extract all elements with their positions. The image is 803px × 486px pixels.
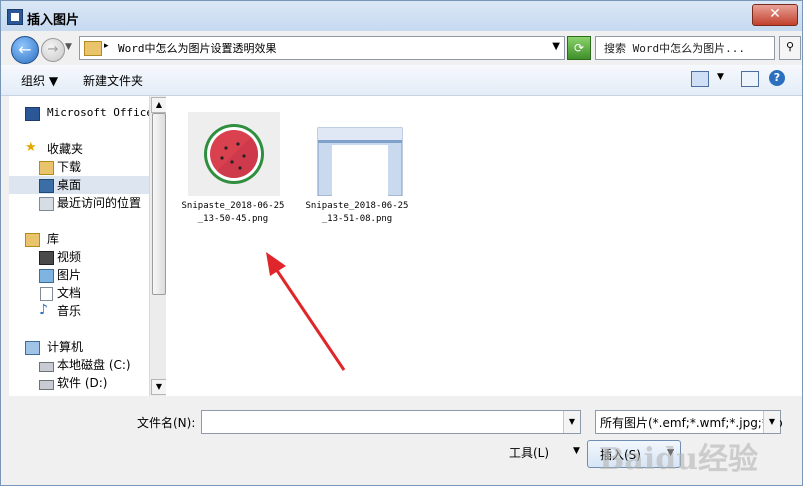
watermelon-thumbnail <box>188 112 280 196</box>
sidebar-item-label: 下载 <box>57 160 82 174</box>
scroll-down-icon[interactable]: ▼ <box>151 379 167 395</box>
view-dropdown-icon[interactable]: ▼ <box>717 72 724 82</box>
download-folder-icon <box>39 161 54 175</box>
sidebar-item-label: 视频 <box>57 250 82 264</box>
watermelon-image <box>204 124 264 184</box>
filename-label: 文件名(N): <box>137 416 196 430</box>
back-button[interactable]: ← <box>11 36 39 64</box>
pictures-icon <box>39 269 54 283</box>
history-dropdown-icon[interactable]: ▼ <box>65 42 72 52</box>
address-path[interactable]: Word中怎么为图片设置透明效果 <box>118 40 277 56</box>
sidebar-item-favorites[interactable]: ★ 收藏夹 <box>9 140 149 158</box>
address-dropdown-icon[interactable]: ▼ <box>552 41 560 52</box>
word-icon <box>25 107 40 121</box>
tools-button[interactable]: 工具(L) <box>509 444 549 461</box>
sidebar-item-label: 桌面 <box>57 178 82 192</box>
dialog-footer: 文件名(N): ▼ 所有图片(*.emf;*.wmf;*.jpg;*.jp ▼ … <box>1 396 802 485</box>
forward-button[interactable]: → <box>41 38 65 62</box>
window-title: 插入图片 <box>27 13 80 28</box>
sidebar-item-label: Microsoft Office <box>47 106 150 119</box>
search-icon[interactable]: ⚲ <box>779 36 801 60</box>
file-type-dropdown-icon[interactable]: ▼ <box>763 411 780 433</box>
sidebar-item-music[interactable]: ♪ 音乐 <box>9 302 149 320</box>
video-icon <box>39 251 54 265</box>
sidebar-item-microsoft-office[interactable]: Microsoft Office <box>9 104 149 122</box>
folder-icon <box>84 41 102 56</box>
sidebar-scrollbar[interactable]: ▲ ▼ <box>149 96 167 396</box>
sidebar-item-label: 软件 (D:) <box>57 376 108 390</box>
organize-button[interactable]: 组织 ▼ <box>21 72 58 89</box>
sidebar-item-label: 库 <box>47 232 60 246</box>
library-icon <box>25 233 40 247</box>
filename-dropdown-icon[interactable]: ▼ <box>563 411 580 433</box>
sidebar-item-label: 收藏夹 <box>47 142 84 156</box>
organize-label: 组织 <box>21 74 46 88</box>
navigation-pane: Microsoft Office ★ 收藏夹 下载 桌面 最近访问的位置 库 视… <box>9 96 150 396</box>
file-name: Snipaste_2018-06-25_13-50-45.png <box>181 201 285 224</box>
help-icon[interactable]: ? <box>769 70 785 86</box>
sidebar-item-label: 音乐 <box>57 304 82 318</box>
word-screenshot-thumbnail <box>312 112 404 197</box>
drive-icon <box>39 362 54 372</box>
scroll-thumb[interactable] <box>152 113 166 295</box>
sidebar-item-videos[interactable]: 视频 <box>9 248 149 266</box>
sidebar-item-software-d[interactable]: 软件 (D:) <box>9 374 149 392</box>
refresh-button[interactable]: ⟳ <box>567 36 591 60</box>
search-input[interactable]: 搜索 Word中怎么为图片... <box>595 36 775 60</box>
sidebar-item-label: 最近访问的位置 <box>57 196 142 210</box>
scroll-up-icon[interactable]: ▲ <box>151 97 167 113</box>
sidebar-item-local-disk-c[interactable]: 本地磁盘 (C:) <box>9 356 149 374</box>
breadcrumb-chevron-icon[interactable]: ▸ <box>104 41 109 51</box>
sidebar-item-documents[interactable]: 文档 <box>9 284 149 302</box>
new-folder-button[interactable]: 新建文件夹 <box>83 72 143 89</box>
file-name: Snipaste_2018-06-25_13-51-08.png <box>305 201 409 224</box>
insert-button[interactable]: 插入(S) ▼ <box>587 440 681 468</box>
navigation-bar: ← → ▼ ▸ Word中怎么为图片设置透明效果 ▼ ⟳ 搜索 Word中怎么为… <box>1 31 802 65</box>
address-bar[interactable]: ▸ Word中怎么为图片设置透明效果 ▼ <box>79 36 565 60</box>
recent-places-icon <box>39 197 54 211</box>
sidebar-item-computer[interactable]: 计算机 <box>9 338 149 356</box>
computer-icon <box>25 341 40 355</box>
sidebar-item-libraries[interactable]: 库 <box>9 230 149 248</box>
documents-icon <box>40 287 53 301</box>
sidebar-item-label: 文档 <box>57 286 82 300</box>
file-type-select[interactable]: 所有图片(*.emf;*.wmf;*.jpg;*.jp ▼ <box>595 410 783 434</box>
close-button[interactable]: ✕ <box>752 4 798 26</box>
word-app-icon <box>7 9 23 25</box>
title-bar: 插入图片 ✕ <box>1 1 802 31</box>
file-type-value: 所有图片(*.emf;*.wmf;*.jpg;*.jp <box>600 416 783 430</box>
sidebar-item-label: 图片 <box>57 268 82 282</box>
star-icon: ★ <box>25 140 37 155</box>
sidebar-item-label: 本地磁盘 (C:) <box>57 358 131 372</box>
insert-label: 插入(S) <box>600 448 641 462</box>
sidebar-item-pictures[interactable]: 图片 <box>9 266 149 284</box>
insert-picture-dialog: 插入图片 ✕ ← → ▼ ▸ Word中怎么为图片设置透明效果 ▼ ⟳ 搜索 W… <box>0 0 803 486</box>
file-list: Snipaste_2018-06-25_13-50-45.png Snipast… <box>166 96 802 396</box>
change-view-icon[interactable] <box>691 71 709 87</box>
sidebar-item-desktop[interactable]: 桌面 <box>9 176 149 194</box>
red-arrow-annotation <box>266 252 346 371</box>
desktop-icon <box>39 179 54 193</box>
drive-icon <box>39 380 54 390</box>
command-toolbar: 组织 ▼ 新建文件夹 ▼ ? <box>1 65 802 96</box>
filename-input[interactable]: ▼ <box>201 410 581 434</box>
word-screenshot-image <box>317 127 403 197</box>
music-icon: ♪ <box>39 302 48 318</box>
sidebar-item-label: 计算机 <box>47 340 84 354</box>
sidebar-item-downloads[interactable]: 下载 <box>9 158 149 176</box>
insert-dropdown-icon[interactable]: ▼ <box>667 448 674 458</box>
preview-pane-icon[interactable] <box>741 71 759 87</box>
search-placeholder: 搜索 Word中怎么为图片... <box>604 42 745 55</box>
tools-dropdown-icon[interactable]: ▼ <box>573 446 580 456</box>
sidebar-item-recent-places[interactable]: 最近访问的位置 <box>9 194 149 212</box>
